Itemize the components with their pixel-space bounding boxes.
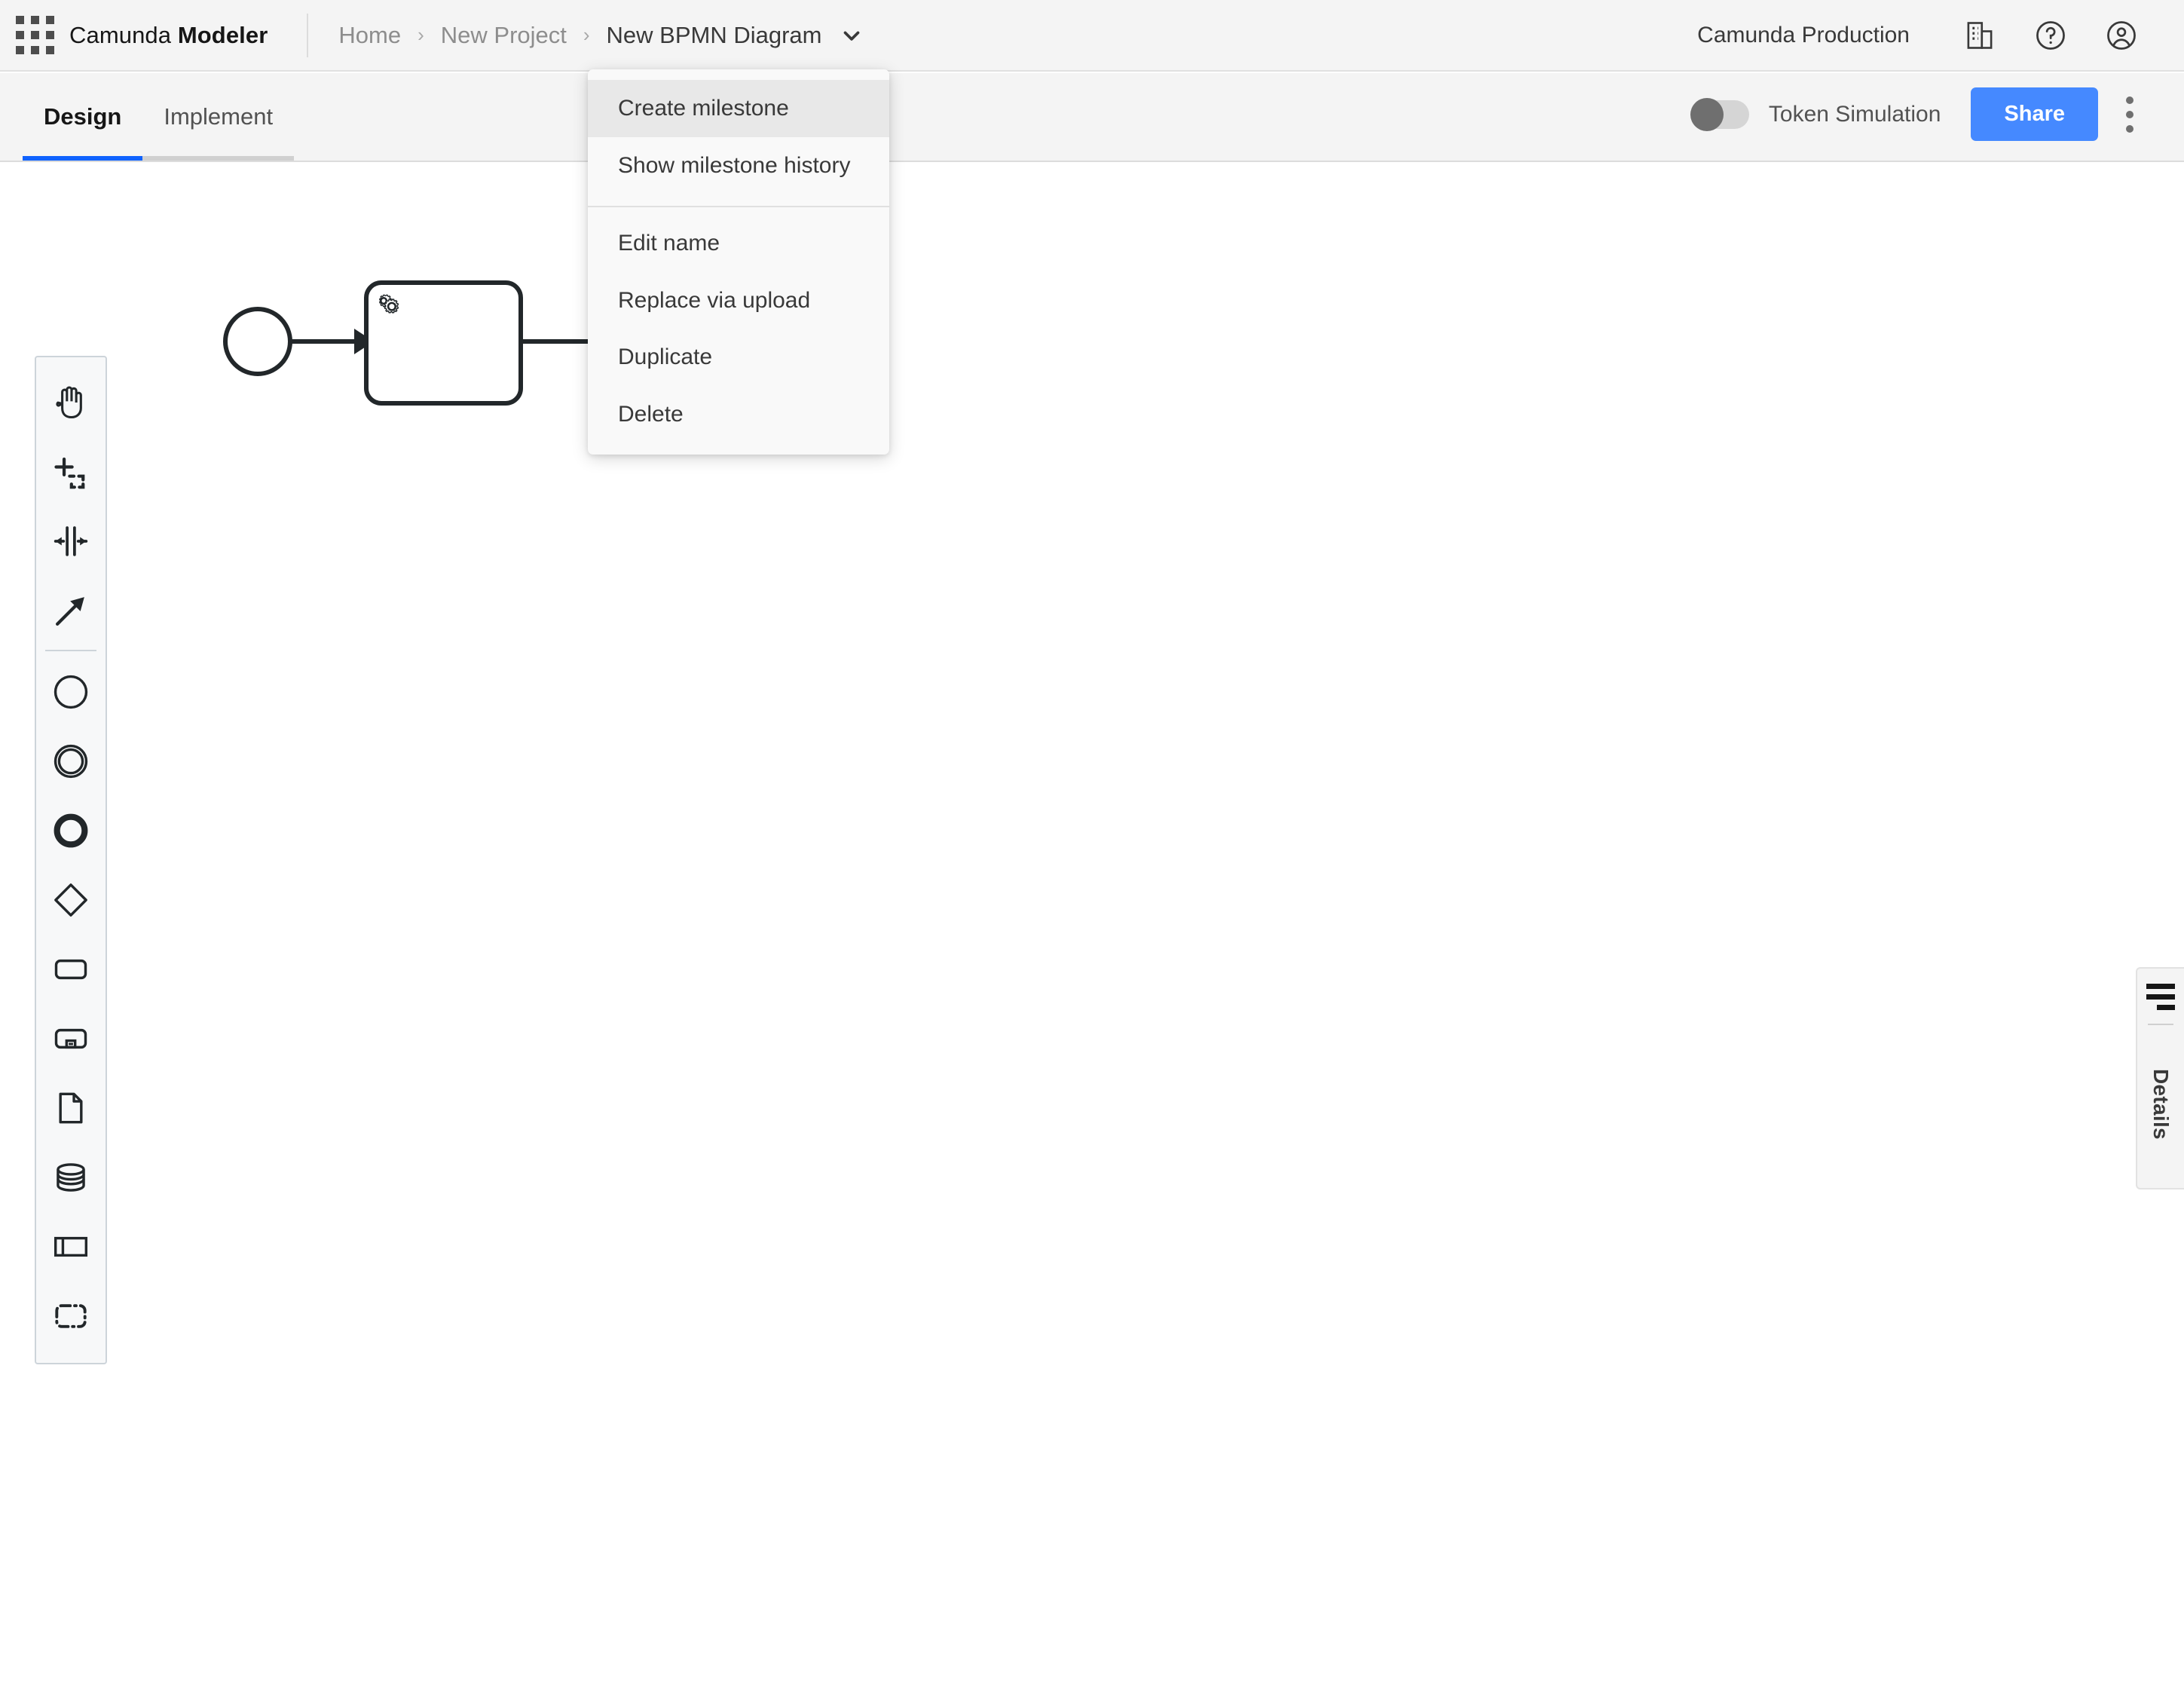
grid-apps-icon <box>15 16 54 54</box>
menu-item-replace-via-upload[interactable]: Replace via upload <box>588 272 889 329</box>
organization-icon[interactable] <box>1944 0 2015 71</box>
tab-implement[interactable]: Implement <box>142 73 294 161</box>
header-divider <box>307 13 309 57</box>
token-simulation-label: Token Simulation <box>1768 101 1941 127</box>
participant-icon[interactable] <box>36 1212 106 1281</box>
menu-item-show-milestone-history[interactable]: Show milestone history <box>588 137 889 194</box>
data-store-icon[interactable] <box>36 1143 106 1212</box>
header-right-group: Camunda Production <box>1697 0 2184 71</box>
share-button[interactable]: Share <box>1971 87 2098 141</box>
toolbar-right-group: Token Simulation Share <box>1690 87 2184 161</box>
space-tool-icon[interactable] <box>36 507 106 576</box>
tab-design-label: Design <box>44 103 122 130</box>
app-header: Camunda Modeler Home › New Project › New… <box>0 0 2184 72</box>
toggle-track <box>1690 97 1749 131</box>
brand-suffix: Modeler <box>177 21 268 48</box>
breadcrumb: Home › New Project › New BPMN Diagram <box>338 22 864 49</box>
breadcrumb-separator: › <box>418 23 424 46</box>
chevron-down-icon[interactable] <box>839 23 864 48</box>
secondary-toolbar: Design Implement Token Simulation Share <box>0 73 2184 162</box>
bpmn-palette <box>35 356 107 1364</box>
menu-item-edit-name[interactable]: Edit name <box>588 215 889 272</box>
start-event[interactable] <box>223 307 292 376</box>
menu-item-duplicate[interactable]: Duplicate <box>588 329 889 386</box>
diagram-context-menu: Create milestone Show milestone history … <box>588 69 889 455</box>
subprocess-icon[interactable] <box>36 1004 106 1073</box>
apps-grid-button[interactable] <box>0 0 69 71</box>
brand-prefix: Camunda <box>69 21 178 48</box>
group-icon[interactable] <box>36 1281 106 1351</box>
brand-title[interactable]: Camunda Modeler <box>69 22 268 49</box>
panel-lines-icon <box>2146 984 2175 1010</box>
start-event-icon[interactable] <box>36 657 106 727</box>
data-object-icon[interactable] <box>36 1073 106 1143</box>
palette-separator <box>45 650 96 651</box>
menu-item-delete[interactable]: Delete <box>588 386 889 443</box>
end-event-icon[interactable] <box>36 796 106 865</box>
tab-implement-label: Implement <box>164 103 274 130</box>
gateway-icon[interactable] <box>36 865 106 935</box>
menu-item-create-milestone[interactable]: Create milestone <box>588 80 889 137</box>
hand-tool-icon[interactable] <box>36 368 106 437</box>
menu-separator <box>588 206 889 207</box>
breadcrumb-item-home[interactable]: Home <box>338 22 401 49</box>
tab-bar: Design Implement <box>0 73 294 161</box>
details-panel-label: Details <box>2149 1069 2173 1140</box>
breadcrumb-separator: › <box>583 23 590 46</box>
toggle-knob <box>1690 97 1724 131</box>
task-icon[interactable] <box>36 935 106 1004</box>
user-account-icon[interactable] <box>2086 0 2157 71</box>
details-underline <box>2148 1024 2173 1025</box>
connect-tool-icon[interactable] <box>36 576 106 645</box>
help-icon[interactable] <box>2015 0 2086 71</box>
kebab-menu-icon[interactable] <box>2098 88 2161 141</box>
breadcrumb-item-project[interactable]: New Project <box>441 22 567 49</box>
tab-design[interactable]: Design <box>23 73 143 161</box>
token-simulation-toggle[interactable]: Token Simulation <box>1690 97 1941 131</box>
details-panel-tab[interactable]: Details <box>2136 967 2184 1189</box>
breadcrumb-item-diagram[interactable]: New BPMN Diagram <box>607 22 822 49</box>
organization-name[interactable]: Camunda Production <box>1697 23 1910 48</box>
diagram-canvas[interactable] <box>0 164 2184 1693</box>
lasso-tool-icon[interactable] <box>36 437 106 507</box>
intermediate-event-icon[interactable] <box>36 727 106 796</box>
